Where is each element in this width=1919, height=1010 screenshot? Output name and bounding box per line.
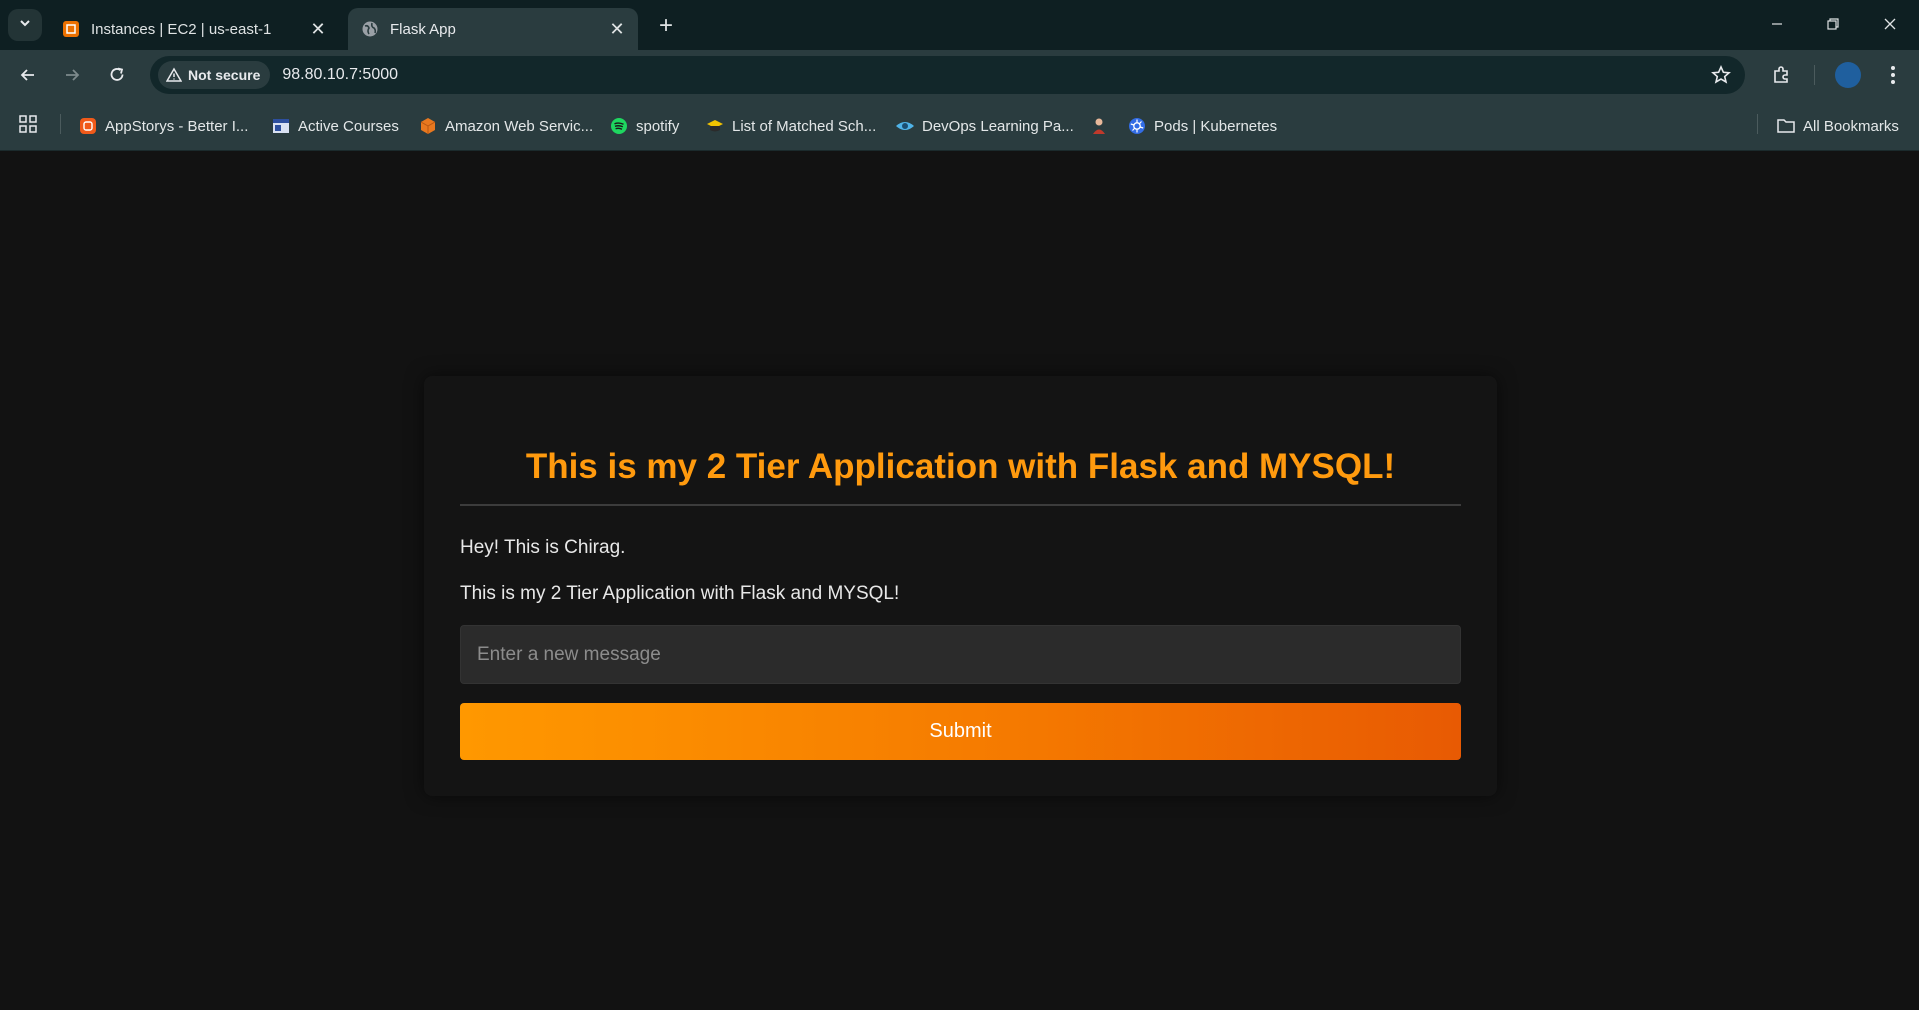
all-bookmarks-button[interactable]: All Bookmarks [1776,114,1899,138]
tab-instances-ec2[interactable]: Instances | EC2 | us-east-1 ✕ [49,8,339,50]
tab-title: Instances | EC2 | us-east-1 [91,20,272,38]
reload-button[interactable] [101,59,133,91]
tab-strip: Instances | EC2 | us-east-1 ✕ Flask App … [0,0,1919,50]
arrow-right-icon [66,69,80,81]
bookmark-label: Active Courses [298,117,399,135]
restore-button[interactable] [1810,6,1856,42]
tab-search-button[interactable] [8,9,42,41]
profile-button[interactable] [1832,59,1864,91]
browser-toolbar: Not secure 98.80.10.7:5000 [0,50,1919,100]
graduation-icon [705,116,725,136]
more-vertical-icon [1891,66,1895,84]
bookmark-label: spotify [636,117,680,135]
minimize-button[interactable] [1754,6,1800,42]
all-bookmarks-label: All Bookmarks [1803,117,1899,135]
bookmark-label: Amazon Web Servic... [445,117,594,135]
address-bar[interactable]: Not secure 98.80.10.7:5000 [150,56,1745,94]
bookmark-label: List of Matched Sch... [732,117,877,135]
bookmarks-divider [1757,114,1758,134]
bookmark-appstorys[interactable]: AppStorys - Better I... [78,114,248,138]
kubernetes-icon [1127,116,1147,136]
arrow-left-icon [20,69,34,81]
bookmark-spotify[interactable]: spotify [609,114,679,138]
warning-icon [166,67,182,82]
new-message-input[interactable] [460,625,1461,684]
extensions-button[interactable] [1765,59,1797,91]
message-item: Hey! This is Chirag. [460,537,626,558]
security-label: Not secure [188,67,261,83]
close-icon[interactable]: ✕ [604,16,630,42]
heading-divider [460,504,1461,506]
toolbar-divider [1814,65,1815,85]
plus-icon: + [658,12,673,39]
eye-icon [895,116,915,136]
menu-button[interactable] [1877,59,1909,91]
aws-ec2-icon [61,19,81,39]
globe-icon [360,19,380,39]
page-title: This is my 2 Tier Application with Flask… [525,447,1396,486]
bookmark-label: DevOps Learning Pa... [922,117,1074,135]
aws-icon [418,116,438,136]
courses-icon [271,116,291,136]
spotify-icon [609,116,629,136]
bookmark-devops-learning[interactable]: DevOps Learning Pa... [895,114,1074,138]
person-icon [1089,116,1109,136]
bookmark-label: AppStorys - Better I... [105,117,249,135]
tab-flask-app[interactable]: Flask App ✕ [348,8,638,50]
avatar [1835,62,1861,88]
chevron-down-icon [18,16,32,35]
bookmark-aws[interactable]: Amazon Web Servic... [418,114,593,138]
apps-grid-icon[interactable] [18,114,38,139]
reload-icon [110,67,124,81]
site-info-chip[interactable]: Not secure [158,61,271,89]
puzzle-icon [1774,66,1788,83]
bookmark-person[interactable] [1089,114,1116,138]
close-window-button[interactable] [1867,6,1913,42]
bookmarks-bar: AppStorys - Better I... Active Courses A… [0,100,1919,151]
appstorys-icon [78,116,98,136]
folder-icon [1776,116,1796,136]
back-button[interactable] [12,59,44,91]
bookmark-active-courses[interactable]: Active Courses [271,114,399,138]
forward-button[interactable] [56,59,88,91]
app-card: This is my 2 Tier Application with Flask… [424,376,1497,796]
bookmark-label: Pods | Kubernetes [1154,117,1278,135]
submit-button[interactable]: Submit [460,703,1461,760]
bookmark-pods-kubernetes[interactable]: Pods | Kubernetes [1127,114,1277,138]
url-text[interactable]: 98.80.10.7:5000 [282,66,398,84]
page-viewport: This is my 2 Tier Application with Flask… [0,151,1919,1010]
bookmark-matched-schools[interactable]: List of Matched Sch... [705,114,876,138]
bookmark-star-icon[interactable] [1711,65,1731,90]
bookmarks-divider [60,114,61,134]
tab-title: Flask App [390,20,456,38]
message-item: This is my 2 Tier Application with Flask… [460,583,900,604]
new-tab-button[interactable]: + [652,12,680,40]
close-icon[interactable]: ✕ [305,16,331,42]
